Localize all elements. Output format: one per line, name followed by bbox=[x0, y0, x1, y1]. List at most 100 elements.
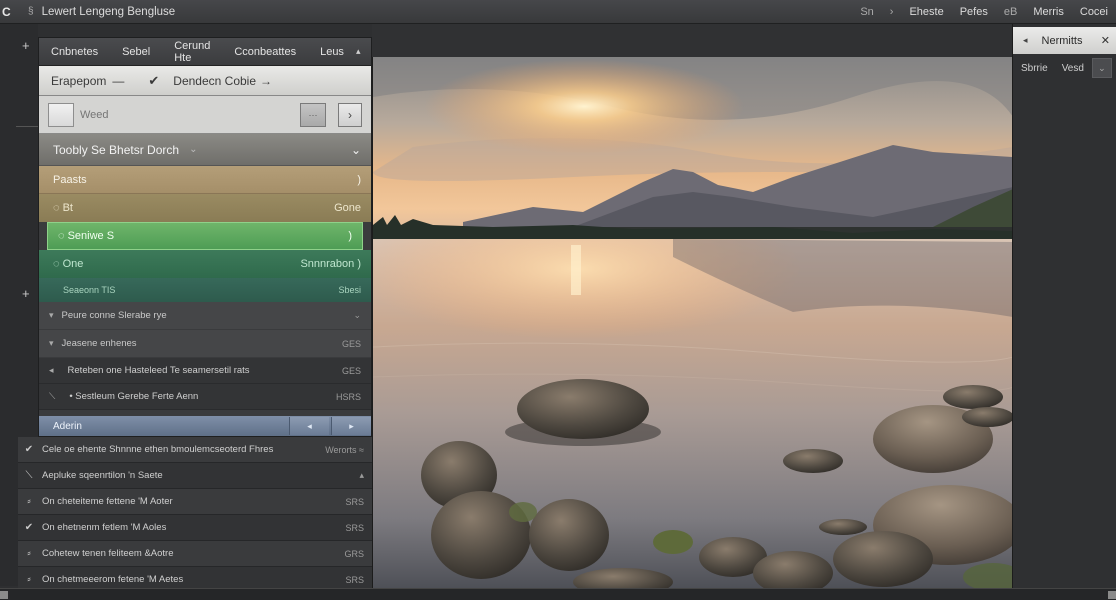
layer-label: ◌ One bbox=[53, 258, 84, 270]
expand-arrow-icon[interactable]: ▾ bbox=[49, 338, 54, 349]
arrow-right-icon[interactable]: ▸ bbox=[331, 417, 371, 435]
next-button[interactable]: › bbox=[338, 102, 362, 127]
layer-value: ) bbox=[357, 173, 361, 186]
tab-cnbnetes[interactable]: Cnbnetes bbox=[39, 46, 110, 58]
menubar-right: Sn › Eheste Pefes eB Merris Cocei bbox=[852, 0, 1116, 24]
list-item-label: Aepluke sqeenrtilon 'n Saete bbox=[42, 470, 163, 481]
arrow-left-icon[interactable]: ◂ bbox=[289, 417, 329, 435]
list-item-label: On chetmeeerom fetene 'M Aetes bbox=[42, 574, 184, 585]
menu-item-cocei[interactable]: Cocei bbox=[1072, 6, 1116, 18]
list-item[interactable]: ⟍ Aepluke sqeenrtilon 'n Saete ▴ bbox=[18, 463, 372, 489]
list-item[interactable]: ⸗ On cheteiteme fettene 'M Aoter SRS bbox=[18, 489, 372, 515]
panel-footer: Aderin ◂ ▸ bbox=[39, 416, 371, 436]
layer-label: Paasts bbox=[53, 173, 87, 186]
arrow-right-icon[interactable]: → bbox=[260, 74, 272, 88]
layer-row[interactable]: ◌ Bt Gone bbox=[39, 194, 371, 222]
add-icon[interactable]: + bbox=[22, 286, 30, 301]
layer-row[interactable]: Paasts ) bbox=[39, 166, 371, 194]
layer-label: ◌ Bt bbox=[53, 202, 73, 214]
list-item-value: SRS bbox=[345, 496, 364, 507]
search-input[interactable] bbox=[80, 103, 280, 126]
search-row: ··· › bbox=[39, 96, 371, 134]
list-item-label: On cheteiteme fettene 'M Aoter bbox=[42, 496, 173, 507]
layer-label: ◌ Seniwe S bbox=[58, 230, 115, 242]
close-icon[interactable]: ✕ bbox=[1101, 34, 1110, 47]
canvas-top-strip bbox=[372, 24, 1012, 57]
panel-tabs: Cnbnetes Sebel Cerund Hte Cconbeattes Le… bbox=[39, 38, 371, 66]
layer-value: Sbesi bbox=[338, 285, 361, 295]
layer-value: ) bbox=[348, 230, 352, 242]
tab-cerund-hte[interactable]: Cerund Hte bbox=[162, 40, 222, 64]
check-icon[interactable]: ✔ bbox=[148, 73, 159, 89]
pen-icon[interactable]: ⟍ bbox=[49, 391, 55, 402]
property-row[interactable]: ◂ Reteben one Hasteleed Te seamersetil r… bbox=[39, 358, 371, 384]
property-label: Reteben one Hasteleed Te seamersetil rat… bbox=[67, 365, 250, 376]
list-item[interactable]: ⸗ Cohetew tenen feliteem &Aotre GRS bbox=[18, 541, 372, 567]
menu-item-eheste[interactable]: Eheste bbox=[901, 6, 951, 18]
caret-up-icon[interactable]: ▴ bbox=[359, 470, 364, 481]
layer-row[interactable]: ◌ One Snnnrabon ) bbox=[39, 250, 371, 278]
menu-item-merris[interactable]: Merris bbox=[1025, 6, 1072, 18]
footer-label: Aderin bbox=[53, 420, 82, 432]
menubar: C § Lewert Lengeng Bengluse Sn › Eheste … bbox=[0, 0, 1116, 24]
menu-item-pefes[interactable]: Pefes bbox=[952, 6, 996, 18]
chevron-down-icon[interactable]: ⌄ bbox=[189, 144, 197, 155]
collapse-caret-icon[interactable]: ▴ bbox=[356, 46, 361, 57]
add-icon[interactable]: + bbox=[22, 38, 30, 53]
properties-panel: ◂ Nermitts ✕ Sbrrie Vesd ⌄ bbox=[1012, 24, 1116, 588]
property-row[interactable]: ▾ Peure conne Slerabe rye ⌄ bbox=[39, 302, 371, 330]
status-bar bbox=[0, 588, 1116, 600]
tab-sebel[interactable]: Sebel bbox=[110, 46, 162, 58]
gutter-divider bbox=[16, 126, 38, 127]
resize-grip-icon[interactable] bbox=[0, 591, 8, 599]
image-canvas[interactable] bbox=[372, 57, 1012, 588]
options-button[interactable]: ··· bbox=[300, 102, 326, 127]
pen-icon[interactable]: ⟍ bbox=[18, 470, 40, 481]
expand-arrow-icon[interactable]: ▾ bbox=[49, 310, 54, 321]
panel-title: Nermitts bbox=[1041, 34, 1083, 47]
list-item-label: On ehetnenm fetlem 'M Aoles bbox=[42, 522, 167, 533]
layer-row[interactable]: Seaeonn TIS Sbesi bbox=[39, 278, 371, 302]
properties-options: Sbrrie Vesd ⌄ bbox=[1013, 54, 1116, 82]
property-value: GES bbox=[341, 338, 361, 349]
tab-cconbeattes[interactable]: Cconbeattes bbox=[222, 46, 308, 58]
brush-icon[interactable]: ⸗ bbox=[18, 496, 40, 507]
layer-group-title: Toobly Se Bhetsr Dorch bbox=[53, 142, 180, 157]
property-value: GES bbox=[341, 365, 361, 376]
collapse-arrow-icon[interactable]: ◂ bbox=[1023, 35, 1028, 46]
menu-item-eb[interactable]: eB bbox=[996, 6, 1025, 18]
check-icon[interactable]: ✔ bbox=[18, 444, 40, 455]
chevron-down-icon[interactable]: ⌄ bbox=[351, 143, 361, 157]
select-all-checkbox[interactable] bbox=[48, 102, 74, 127]
check-icon[interactable]: ✔ bbox=[18, 522, 40, 533]
property-row[interactable]: ▾ Jeasene enhenes GES bbox=[39, 330, 371, 358]
history-list: ✔ Cele oe ehente Shnnne ethen bmoulemcse… bbox=[18, 437, 372, 593]
app-logo[interactable]: C bbox=[2, 5, 18, 19]
list-item[interactable]: ✔ Cele oe ehente Shnnne ethen bmoulemcse… bbox=[18, 437, 372, 463]
option-vesd[interactable]: Vesd bbox=[1062, 63, 1084, 74]
property-row[interactable]: ⟍ • Sestleum Gerebe Ferte Aenn HSRS bbox=[39, 384, 371, 410]
list-item-label: Cele oe ehente Shnnne ethen bmoulemcseot… bbox=[42, 444, 274, 455]
collapse-arrow-icon[interactable]: ◂ bbox=[49, 365, 54, 376]
brush-icon[interactable]: ⸗ bbox=[18, 548, 40, 559]
resize-grip-icon[interactable] bbox=[1108, 591, 1116, 599]
breadcrumb: Erapepom — ✔ Dendecn Cobie → bbox=[39, 66, 371, 96]
breadcrumb-item[interactable]: Erapepom bbox=[51, 74, 106, 88]
dash-icon: — bbox=[112, 73, 125, 88]
breadcrumb-item[interactable]: Dendecn Cobie bbox=[173, 74, 256, 88]
option-sbrrie[interactable]: Sbrrie bbox=[1021, 63, 1048, 74]
chevron-down-icon[interactable]: ⌄ bbox=[1091, 58, 1112, 78]
brush-icon[interactable]: ⸗ bbox=[18, 574, 40, 585]
menu-item-sn[interactable]: Sn bbox=[852, 6, 881, 18]
property-label: Peure conne Slerabe rye bbox=[61, 310, 167, 321]
layer-group-header[interactable]: Toobly Se Bhetsr Dorch ⌄ ⌄ bbox=[39, 134, 371, 166]
chevron-icon: § bbox=[28, 6, 34, 17]
menu-separator-icon: › bbox=[889, 6, 894, 18]
property-label: • Sestleum Gerebe Ferte Aenn bbox=[69, 391, 199, 402]
chevron-down-icon[interactable]: ⌄ bbox=[353, 310, 361, 321]
list-item[interactable]: ✔ On ehetnenm fetlem 'M Aoles SRS bbox=[18, 515, 372, 541]
list-item-value: Werorts ≈ bbox=[325, 444, 364, 455]
layers-panel: Cnbnetes Sebel Cerund Hte Cconbeattes Le… bbox=[38, 37, 372, 437]
tab-leus[interactable]: Leus bbox=[308, 46, 356, 58]
layer-row-selected[interactable]: ◌ Seniwe S ) bbox=[47, 222, 363, 250]
